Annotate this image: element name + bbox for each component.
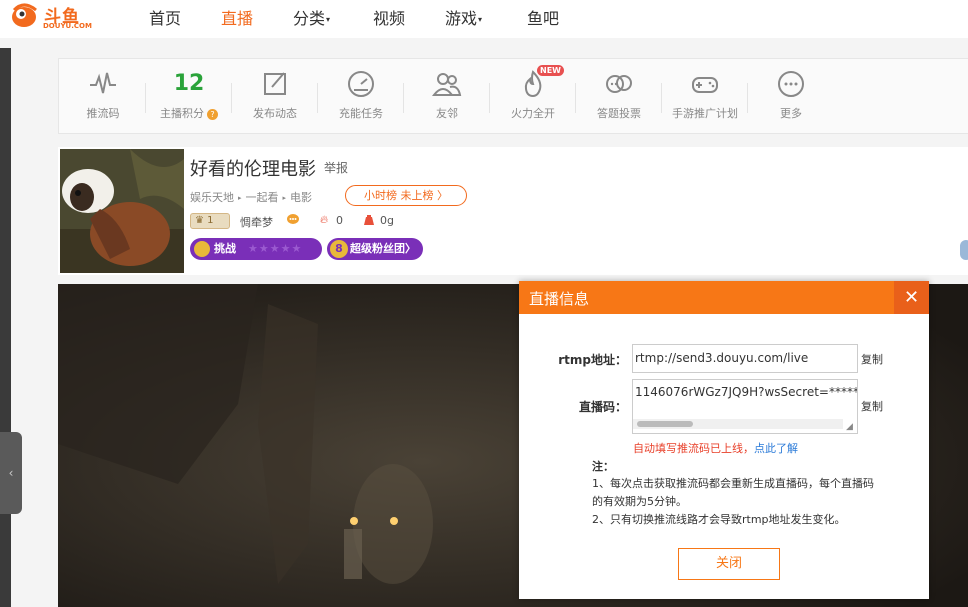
auto-fill-hint: 自动填写推流码已上线，点此了解 (633, 442, 798, 455)
nav-fishbar[interactable]: 鱼吧 (527, 5, 559, 29)
breadcrumb-item[interactable]: 电影 (290, 191, 312, 204)
fan-club-badge[interactable]: 8 超级粉丝团〉 (327, 238, 423, 260)
report-link[interactable]: 举报 (324, 159, 348, 176)
divider (403, 83, 404, 113)
toolbar-label: 手游推广计划 (672, 107, 738, 120)
room-info: 好看的伦理电影 举报 娱乐天地 ▸ 一起看 ▸ 电影 小时榜 未上榜 〉 ♛ 1 惆牵梦… (58, 147, 968, 275)
dialog-title: 直播信息 (529, 290, 590, 308)
chevron-left-icon: ‹ (8, 466, 14, 480)
edit-icon (264, 72, 286, 95)
nav-home[interactable]: 首页 (149, 5, 181, 29)
note-title: 注： (592, 460, 614, 473)
stream-key-field[interactable]: 1146076rWGz7JQ9H?wsSecret=********* ◢ (632, 379, 858, 434)
monkey-thumbnail-image (60, 149, 184, 273)
top-nav: 斗鱼 DOUYU.COM 首页 直播 分类▾ 视频 游戏▾ 鱼吧 (0, 0, 968, 38)
rtmp-address-field[interactable]: rtmp://send3.douyu.com/live (632, 344, 858, 373)
anchor-toolbar: 推流码 12 主播积分? 发布动态 充能任务 友邻 NEW 火力全开 答题投票 … (58, 58, 968, 134)
horizontal-scrollbar[interactable] (633, 419, 843, 429)
divider (661, 83, 662, 113)
copy-stream-key-button[interactable]: 复制 (861, 398, 883, 414)
crown-icon: ♛ (195, 215, 208, 226)
divider (747, 83, 748, 113)
douyu-logo[interactable]: 斗鱼 DOUYU.COM (10, 2, 92, 32)
star-rating: ★★★★★ (248, 242, 303, 255)
quiz-icon (606, 75, 632, 93)
nav-video[interactable]: 视频 (373, 5, 405, 29)
note-item: 2、只有切换推流线路才会导致rtmp地址发生变化。 (592, 513, 846, 526)
room-title: 好看的伦理电影 (190, 159, 316, 180)
chevron-right-icon: ▸ (282, 194, 287, 202)
new-badge: NEW (537, 65, 564, 76)
breadcrumb-item[interactable]: 娱乐天地 (190, 191, 234, 204)
rtmp-label: rtmp地址： (558, 353, 627, 367)
toolbar-label: 答题投票 (597, 107, 641, 120)
stream-key-value: 1146076rWGz7JQ9H?wsSecret=********* (635, 385, 857, 399)
stream-key-label: 直播码： (578, 400, 627, 414)
toolbar-label: 充能任务 (339, 107, 383, 120)
fan-club-level: 8 (330, 240, 348, 258)
gift-weight-value: 0g (380, 214, 394, 227)
gauge-icon (348, 71, 374, 97)
toolbar-friends[interactable]: 友邻 (411, 69, 483, 121)
side-float-button[interactable] (960, 240, 968, 260)
chevron-down-icon: ▾ (326, 15, 331, 24)
resize-handle-icon[interactable]: ◢ (846, 422, 856, 432)
chat-icon[interactable] (286, 213, 300, 227)
anchor-level-badge: ♛ 1 (190, 213, 230, 229)
sidebar-toggle[interactable]: ‹ (0, 432, 22, 514)
toolbar-more[interactable]: 更多 (755, 69, 827, 121)
waveform-icon (90, 72, 116, 94)
toolbar-label: 火力全开 (511, 107, 555, 120)
friends-icon (432, 73, 462, 96)
nav-games[interactable]: 游戏▾ (445, 5, 482, 29)
toolbar-charge-tasks[interactable]: 充能任务 (325, 69, 397, 121)
divider (489, 83, 490, 113)
fish-logo-icon (12, 3, 37, 27)
nav-live[interactable]: 直播 (221, 5, 253, 29)
toolbar-anchor-score[interactable]: 12 主播积分? (153, 69, 225, 121)
more-icon (778, 71, 804, 97)
gamepad-icon (692, 77, 718, 93)
divider (231, 83, 232, 113)
chevron-right-icon: ▸ (238, 194, 242, 202)
close-icon[interactable]: ✕ (894, 281, 929, 314)
toolbar-label: 推流码 (86, 107, 120, 120)
breadcrumb: 娱乐天地 ▸ 一起看 ▸ 电影 (190, 189, 312, 205)
toolbar-mobile-promo[interactable]: 手游推广计划 (669, 69, 741, 121)
copy-rtmp-button[interactable]: 复制 (861, 351, 883, 367)
dialog-header: 直播信息 ✕ (519, 281, 929, 314)
scrollbar-thumb[interactable] (637, 421, 693, 427)
anchor-score-value: 12 (173, 71, 205, 96)
nav-category[interactable]: 分类▾ (293, 5, 330, 29)
flame-icon: 🔥︎ (320, 213, 329, 226)
toolbar-label: 主播积分 (160, 107, 204, 120)
anchor-name[interactable]: 惆牵梦 (240, 214, 273, 230)
close-button[interactable]: 关闭 (678, 548, 780, 580)
toolbar-label: 友邻 (436, 107, 458, 120)
stream-info-dialog: 直播信息 ✕ rtmp地址： rtmp://send3.douyu.com/li… (519, 281, 929, 599)
hour-rank-button[interactable]: 小时榜 未上榜 〉 (345, 185, 467, 206)
toolbar-stream-key[interactable]: 推流码 (67, 69, 139, 121)
weight-icon (364, 215, 374, 225)
toolbar-post[interactable]: 发布动态 (239, 69, 311, 121)
trophy-icon (194, 241, 210, 257)
challenge-badge[interactable]: 挑战 ★★★★★ (190, 238, 322, 260)
divider (575, 83, 576, 113)
logo-subtext: DOUYU.COM (43, 22, 92, 30)
note-item: 1、每次点击获取推流码都会重新生成直播码，每个直播码的有效期为5分钟。 (592, 477, 874, 508)
left-sidebar-strip (0, 48, 11, 607)
divider (145, 83, 146, 113)
chevron-down-icon: ▾ (478, 15, 483, 24)
room-thumbnail[interactable] (60, 149, 184, 273)
toolbar-label: 更多 (780, 107, 802, 120)
divider (317, 83, 318, 113)
toolbar-label: 发布动态 (253, 107, 297, 120)
learn-more-link[interactable]: 点此了解 (754, 442, 798, 455)
breadcrumb-item[interactable]: 一起看 (246, 191, 279, 204)
help-icon[interactable]: ? (207, 108, 218, 120)
toolbar-full-power[interactable]: NEW 火力全开 (497, 65, 569, 121)
toolbar-quiz-vote[interactable]: 答题投票 (583, 69, 655, 121)
fire-value: 0 (336, 214, 343, 227)
